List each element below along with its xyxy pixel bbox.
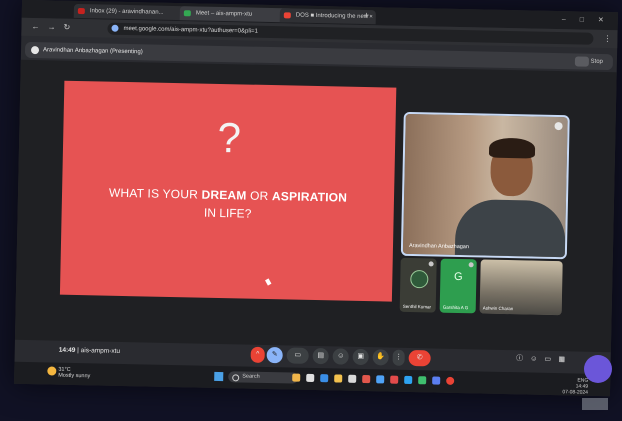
search-icon	[232, 374, 240, 382]
chat-icon[interactable]: ▭	[543, 355, 553, 365]
meet-icon	[183, 10, 191, 17]
raise-hand-button[interactable]: ✋	[372, 349, 389, 366]
watermark	[582, 398, 608, 410]
taskbar-search[interactable]: Search	[228, 371, 299, 384]
slide-text: WHAT IS YOUR	[108, 185, 202, 202]
reload-button[interactable]: ↻	[63, 23, 70, 32]
windows-start-icon[interactable]	[214, 371, 224, 382]
layout-button[interactable]	[574, 56, 590, 67]
edge-icon[interactable]	[320, 374, 329, 383]
avatar-letter: G	[453, 270, 463, 284]
close-icon[interactable]: ×	[369, 10, 373, 24]
tab-youtube[interactable]: DOS ■ Introducing the new ×	[279, 8, 376, 25]
participant-name: Aravindhan Anbazhagan	[408, 242, 470, 251]
tab-label: DOS ■ Introducing the new	[295, 12, 369, 21]
new-tab-button[interactable]: +	[364, 10, 369, 20]
tray-date: 07-08-2024	[562, 389, 589, 396]
end-call-button[interactable]: ✆	[408, 349, 431, 367]
meeting-time: 14:49	[58, 346, 76, 354]
presentation-slide: ? WHAT IS YOUR DREAM OR ASPIRATION IN LI…	[59, 80, 397, 302]
site-info-icon[interactable]	[111, 24, 119, 32]
projected-screen: Inbox (29) - aravindhanan... × Meet – ai…	[14, 0, 618, 397]
mic-off-icon[interactable]: ✎	[266, 347, 283, 364]
participant-tile[interactable]: Ashwin Charan	[479, 259, 563, 316]
people-icon[interactable]: ☺	[529, 354, 539, 364]
app-icon[interactable]	[404, 375, 413, 385]
chrome-icon[interactable]	[446, 376, 455, 385]
meeting-code: ais-ampm-xtu	[80, 347, 121, 355]
task-view-icon[interactable]	[306, 373, 315, 383]
weather-text: Mostly sunny	[58, 372, 91, 380]
store-icon[interactable]	[348, 374, 357, 383]
widgets-icon[interactable]	[292, 373, 301, 382]
app-icon[interactable]	[376, 375, 385, 384]
question-mark-icon: ?	[217, 113, 242, 162]
info-icon[interactable]: ⓘ	[515, 354, 525, 364]
slide-text: OR	[246, 188, 273, 204]
sun-icon	[47, 366, 57, 376]
tab-inbox[interactable]: Inbox (29) - aravindhanan... ×	[73, 3, 194, 21]
app-icon[interactable]	[432, 376, 441, 385]
tab-label: Meet – ais-ampm-xtu	[195, 10, 253, 18]
search-label: Search	[242, 373, 260, 380]
participant-name: Garshita A G	[442, 304, 469, 311]
participant-name: Ashwin Charan	[482, 305, 514, 312]
participant-tile[interactable]: Senthil Kumar	[399, 257, 437, 313]
activities-icon[interactable]: ▦	[557, 355, 567, 365]
stop-presenting-button[interactable]: Stop	[590, 54, 603, 70]
mic-options-button[interactable]: ^	[250, 346, 265, 363]
slide-question-line1: WHAT IS YOUR DREAM OR ASPIRATION	[62, 185, 394, 206]
slide-text-bold: DREAM	[201, 187, 247, 203]
participant-video	[454, 198, 566, 260]
app-icon[interactable]	[418, 376, 427, 385]
presenting-label: Aravindhan Anbazhagan (Presenting)	[42, 47, 143, 56]
meeting-stage: ? WHAT IS YOUR DREAM OR ASPIRATION IN LI…	[14, 59, 617, 353]
window-controls[interactable]: – □ ✕	[562, 15, 610, 24]
slide-text-bold: ASPIRATION	[271, 189, 348, 205]
participant-tile[interactable]: G Garshita A G	[439, 258, 477, 314]
participant-video	[488, 137, 536, 159]
present-button[interactable]: ▣	[352, 348, 369, 366]
url-text: meet.google.com/ais-ampm-xtu?authuser=0&…	[123, 25, 258, 35]
tab-meet[interactable]: Meet – ais-ampm-xtu ×	[179, 6, 294, 23]
purple-glare	[584, 355, 612, 383]
captions-button[interactable]: ▤	[312, 347, 329, 365]
file-explorer-icon[interactable]	[334, 374, 343, 383]
gmail-icon	[77, 7, 85, 15]
back-button[interactable]: ←	[31, 22, 39, 31]
mouse-cursor-icon	[265, 278, 272, 286]
system-tray[interactable]: ENG 14:49 07-08-2024	[562, 377, 588, 396]
muted-mic-icon	[428, 261, 434, 267]
participant-tile-main[interactable]: Aravindhan Anbazhagan	[400, 111, 570, 260]
muted-mic-icon	[468, 262, 474, 268]
present-icon	[30, 46, 40, 55]
meeting-info: 14:49 | ais-ampm-xtu	[59, 347, 120, 355]
slide-question-line2: IN LIFE?	[203, 205, 252, 221]
app-icon[interactable]	[390, 375, 399, 384]
avatar	[410, 269, 429, 289]
youtube-icon	[283, 12, 291, 19]
weather-widget[interactable]: 31°C Mostly sunny	[47, 366, 91, 380]
app-icon[interactable]	[362, 375, 371, 384]
tab-label: Inbox (29) - aravindhanan...	[89, 8, 164, 16]
emoji-button[interactable]: ☺	[332, 348, 349, 365]
camera-button[interactable]: ▭	[286, 347, 309, 364]
more-options-button[interactable]: ⋮	[392, 349, 405, 366]
room-background: Inbox (29) - aravindhanan... × Meet – ai…	[0, 0, 622, 421]
browser-menu-button[interactable]: ⋮	[603, 34, 611, 43]
participant-name: Senthil Kumar	[402, 303, 432, 310]
separator: |	[77, 347, 79, 355]
forward-button[interactable]: →	[47, 22, 55, 31]
